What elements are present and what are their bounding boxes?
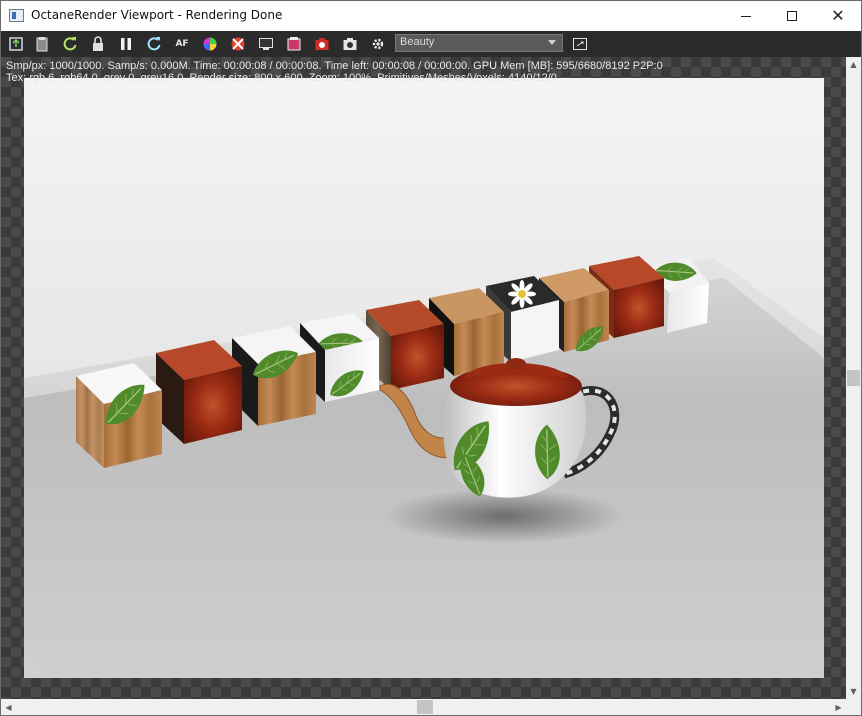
scrollbar-corner — [846, 699, 861, 715]
af-icon[interactable]: AF — [173, 35, 191, 53]
fit-view-icon[interactable] — [571, 35, 589, 53]
refresh-icon[interactable] — [145, 35, 163, 53]
maximize-icon — [787, 11, 797, 21]
rendered-image — [24, 78, 824, 678]
octane-viewport-window: OctaneRender Viewport - Rendering Done ✕… — [0, 0, 862, 716]
clipboard-icon[interactable] — [33, 35, 51, 53]
scroll-down-icon[interactable]: ▼ — [846, 684, 861, 699]
restart-render-icon[interactable] — [61, 35, 79, 53]
render-viewport[interactable]: Smp/px: 1000/1000. Samp/s: 0.000M. Time:… — [1, 57, 846, 699]
scroll-left-icon[interactable]: ◀ — [1, 699, 16, 715]
film-icon[interactable] — [285, 35, 303, 53]
title-bar[interactable]: OctaneRender Viewport - Rendering Done ✕ — [1, 1, 861, 31]
settings-gear-icon[interactable] — [369, 35, 387, 53]
render-stats-line-2: Tex: rgb 6, rgb64 0, grey 0, grey16 0. R… — [6, 72, 557, 84]
vertical-scroll-thumb[interactable] — [847, 370, 860, 386]
lock-icon[interactable] — [89, 35, 107, 53]
camera-icon[interactable] — [341, 35, 359, 53]
horizontal-scroll-thumb[interactable] — [417, 700, 433, 714]
export-icon[interactable] — [7, 35, 25, 53]
maximize-button[interactable] — [769, 1, 815, 31]
display-icon[interactable] — [257, 35, 275, 53]
scroll-up-icon[interactable]: ▲ — [846, 57, 861, 72]
render-stats: Smp/px: 1000/1000. Samp/s: 0.000M. Time:… — [6, 60, 663, 84]
chevron-down-icon — [548, 40, 556, 45]
vertical-scrollbar[interactable]: ▲ ▼ — [846, 57, 861, 699]
horizontal-scrollbar[interactable]: ◀ ▶ — [1, 699, 846, 715]
camera-red-icon[interactable] — [313, 35, 331, 53]
pause-icon[interactable] — [117, 35, 135, 53]
color-picker-icon[interactable] — [201, 35, 219, 53]
minimize-button[interactable] — [723, 1, 769, 31]
render-pass-select[interactable]: Beauty — [395, 34, 563, 52]
minimize-icon — [741, 15, 751, 17]
window-title: OctaneRender Viewport - Rendering Done — [31, 8, 283, 22]
close-button[interactable]: ✕ — [815, 1, 861, 31]
close-icon: ✕ — [831, 6, 845, 25]
region-render-icon[interactable] — [229, 35, 247, 53]
render-stats-line-1: Smp/px: 1000/1000. Samp/s: 0.000M. Time:… — [6, 60, 663, 72]
render-pass-value: Beauty — [400, 36, 435, 48]
app-icon — [9, 9, 24, 22]
scroll-right-icon[interactable]: ▶ — [831, 699, 846, 715]
